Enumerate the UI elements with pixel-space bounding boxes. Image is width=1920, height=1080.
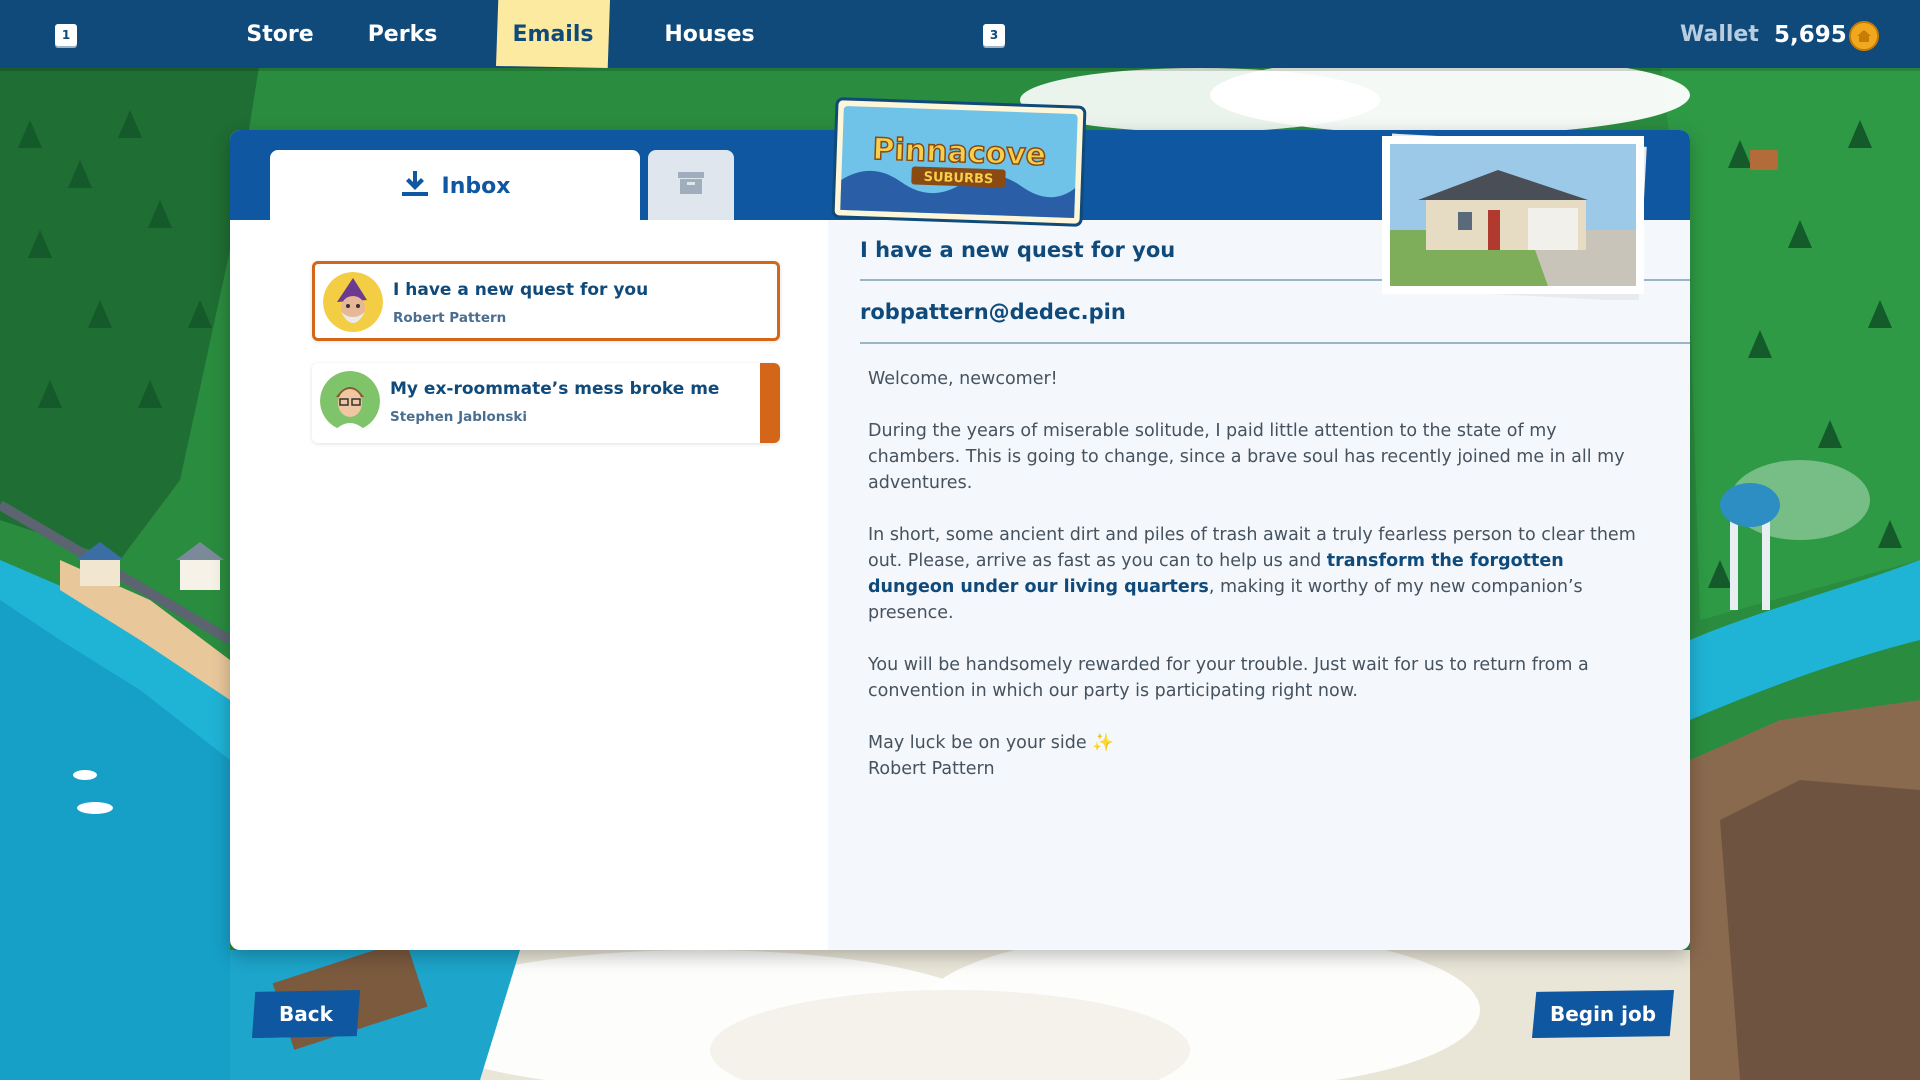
email-sender: Stephen Jablonski [390,409,528,425]
pinnacove-suburbs-logo: Pinnacove SUBURBS [830,96,1088,229]
inbox-download-icon [400,168,430,204]
email-body: Welcome, newcomer! During the years of m… [868,366,1648,782]
email-greeting: Welcome, newcomer! [868,369,1058,389]
divider [860,342,1690,344]
inbox-tab-label: Inbox [441,173,511,199]
man-glasses-avatar [320,371,380,431]
wizard-avatar [323,272,383,332]
tab-inbox[interactable]: Inbox [270,150,640,222]
email-paragraph-1: During the years of miserable solitude, … [868,421,1625,493]
sparkles-icon: ✨ [1092,733,1114,753]
top-navigation-bar: 1 Store Perks Emails Houses 3 Wallet 5,6… [0,0,1920,68]
svg-text:Pinnacove: Pinnacove [872,132,1047,173]
svg-text:SUBURBS: SUBURBS [923,170,993,187]
closing-text: May luck be on your side [868,733,1087,753]
back-button[interactable]: Back [252,990,360,1038]
next-tab-key-hint: 3 [983,24,1005,46]
coin-icon [1849,21,1879,51]
email-signature: Robert Pattern [868,759,995,779]
wallet-label: Wallet [1680,22,1759,47]
reading-subject: I have a new quest for you [860,238,1176,262]
email-list-item-1[interactable]: I have a new quest for you Robert Patter… [312,261,780,341]
tab-archive[interactable] [648,150,734,220]
reading-from-address: robpattern@dedec.pin [860,300,1126,324]
email-closing: May luck be on your side ✨ [868,730,1648,756]
email-subject: My ex-roommate’s mess broke me [390,379,720,399]
tab-store[interactable]: Store [220,0,340,68]
prev-tab-key-hint: 1 [55,24,77,46]
archive-icon [677,170,705,201]
tab-perks[interactable]: Perks [350,0,455,68]
unread-indicator [760,363,780,443]
email-subject: I have a new quest for you [393,280,649,300]
tab-houses[interactable]: Houses [652,0,767,68]
email-sender: Robert Pattern [393,310,507,326]
house-photo [1378,130,1648,302]
email-paragraph-2: In short, some ancient dirt and piles of… [868,522,1648,626]
tab-emails[interactable]: Emails [496,0,610,68]
wallet-amount: 5,695 [1774,22,1847,48]
begin-job-button[interactable]: Begin job [1532,990,1674,1038]
email-paragraph-3: You will be handsomely rewarded for your… [868,655,1589,701]
email-list-item-2[interactable]: My ex-roommate’s mess broke me Stephen J… [312,363,780,443]
